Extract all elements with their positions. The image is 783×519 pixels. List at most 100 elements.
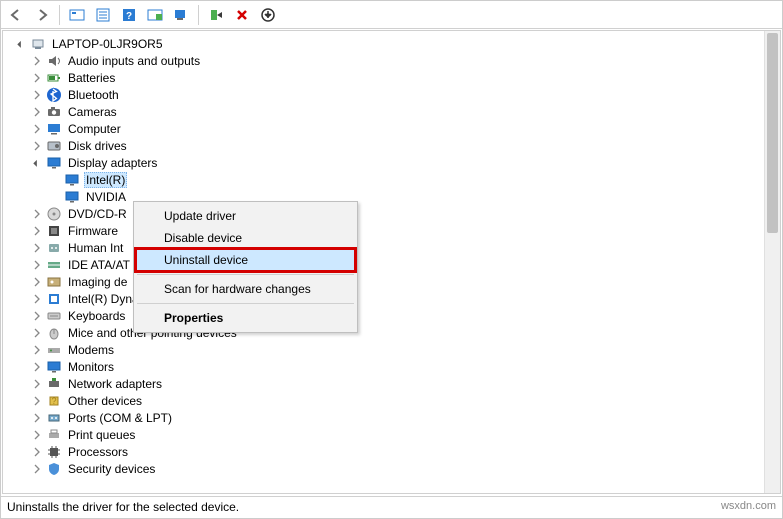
category-cam[interactable]: Cameras [15,103,764,120]
device-nvidia-gpu[interactable]: NVIDIA [15,188,764,205]
category-proc[interactable]: Processors [15,443,764,460]
toolbar: ? [1,1,782,29]
category-disk[interactable]: Disk drives [15,137,764,154]
help-button[interactable]: ? [118,4,140,26]
category-label: Ports (COM & LPT) [66,411,174,425]
category-net[interactable]: Network adapters [15,375,764,392]
update-driver-button[interactable] [144,4,166,26]
category-audio[interactable]: Audio inputs and outputs [15,52,764,69]
expand-icon[interactable] [31,140,43,152]
ctx-disable-device[interactable]: Disable device [136,227,355,249]
expand-icon[interactable] [31,55,43,67]
category-label: Batteries [66,71,117,85]
comp-icon [46,121,62,137]
category-label: Disk drives [66,139,129,153]
expand-icon[interactable] [31,276,43,288]
expand-icon[interactable] [31,429,43,441]
category-label: Imaging de [66,275,129,289]
back-button[interactable] [5,4,27,26]
ctx-properties[interactable]: Properties [136,307,355,329]
category-label: DVD/CD-R [66,207,129,221]
mon-icon [46,359,62,375]
category-label: Cameras [66,105,119,119]
collapse-icon[interactable] [31,157,43,169]
display-adapter-icon [64,172,80,188]
expand-icon[interactable] [31,344,43,356]
uninstall-device-button[interactable] [257,4,279,26]
category-label: Modems [66,343,116,357]
category-bt[interactable]: Bluetooth [15,86,764,103]
ide-icon [46,257,62,273]
expand-icon[interactable] [31,208,43,220]
scroll-thumb[interactable] [767,33,778,233]
svg-text:?: ? [126,11,132,22]
toolbar-separator [198,5,199,25]
category-label: Audio inputs and outputs [66,54,202,68]
expand-icon[interactable] [31,225,43,237]
category-label: Firmware [66,224,120,238]
category-batt[interactable]: Batteries [15,69,764,86]
scan-hardware-button[interactable] [170,4,192,26]
expand-icon[interactable] [31,89,43,101]
properties-button[interactable] [92,4,114,26]
expand-icon[interactable] [31,259,43,271]
disable-device-button[interactable] [231,4,253,26]
device-label: Intel(R) [84,172,127,188]
cam-icon [46,104,62,120]
category-mouse[interactable]: Mice and other pointing devices [15,324,764,341]
expand-icon[interactable] [31,310,43,322]
expand-icon[interactable] [31,361,43,373]
category-dptf[interactable]: Intel(R) Dynamic Platform and Thermal Fr… [15,290,764,307]
category-sec[interactable]: Security devices [15,460,764,477]
category-label: Network adapters [66,377,164,391]
ctx-uninstall-device[interactable]: Uninstall device [136,249,355,271]
category-modem[interactable]: Modems [15,341,764,358]
audio-icon [46,53,62,69]
printq-icon [46,427,62,443]
expand-icon[interactable] [31,395,43,407]
category-label: Monitors [66,360,116,374]
category-label: Other devices [66,394,144,408]
context-menu-separator [137,303,354,304]
enable-device-button[interactable] [205,4,227,26]
tree-root[interactable]: LAPTOP-0LJR9OR5 [15,35,764,52]
root-label: LAPTOP-0LJR9OR5 [50,37,165,51]
proc-icon [46,444,62,460]
device-tree[interactable]: LAPTOP-0LJR9OR5 Audio inputs and outputs… [3,35,764,493]
ctx-scan-for-hardware-changes[interactable]: Scan for hardware changes [136,278,355,300]
expand-icon[interactable] [31,446,43,458]
category-hid[interactable]: Human Int [15,239,764,256]
ctx-update-driver[interactable]: Update driver [136,205,355,227]
expand-icon[interactable] [31,463,43,475]
category-mon[interactable]: Monitors [15,358,764,375]
vertical-scrollbar[interactable] [764,31,780,493]
category-disp[interactable]: Display adapters [15,154,764,171]
expand-icon[interactable] [31,378,43,390]
expand-icon[interactable] [31,72,43,84]
device-intel-gpu[interactable]: Intel(R) [15,171,764,188]
category-comp[interactable]: Computer [15,120,764,137]
category-ide[interactable]: IDE ATA/AT [15,256,764,273]
status-text: Uninstalls the driver for the selected d… [7,500,239,515]
category-label: Security devices [66,462,157,476]
expand-icon[interactable] [31,242,43,254]
show-hidden-button[interactable] [66,4,88,26]
forward-button[interactable] [31,4,53,26]
dvd-icon [46,206,62,222]
category-fw[interactable]: Firmware [15,222,764,239]
category-kb[interactable]: Keyboards [15,307,764,324]
collapse-icon[interactable] [15,38,27,50]
category-other[interactable]: ? Other devices [15,392,764,409]
expand-icon[interactable] [31,123,43,135]
expand-icon[interactable] [31,327,43,339]
watermark: wsxdn.com [721,500,776,515]
category-printq[interactable]: Print queues [15,426,764,443]
category-label: Display adapters [66,156,159,170]
expand-icon[interactable] [31,293,43,305]
category-img[interactable]: Imaging de [15,273,764,290]
category-ports[interactable]: Ports (COM & LPT) [15,409,764,426]
category-label: Computer [66,122,123,136]
expand-icon[interactable] [31,106,43,118]
category-dvd[interactable]: DVD/CD-R [15,205,764,222]
expand-icon[interactable] [31,412,43,424]
